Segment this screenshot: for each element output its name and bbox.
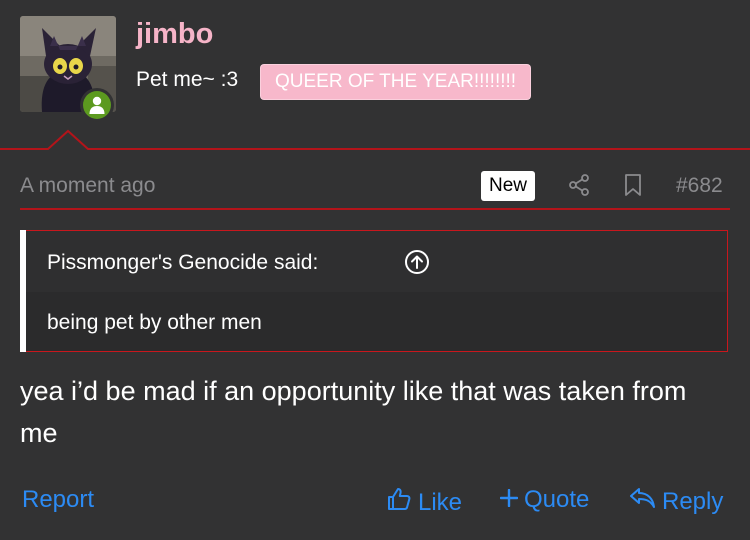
arrow-up-circle-icon[interactable]	[404, 249, 430, 280]
post-header: jimbo Pet me~ :3 QUEER OF THE YEAR!!!!!!…	[0, 0, 750, 150]
post-timestamp[interactable]: A moment ago	[20, 174, 155, 198]
like-label: Like	[418, 488, 463, 516]
quote-header: Pissmonger's Genocide said:	[26, 231, 727, 292]
post-actions: Report Like Quote Reply	[0, 478, 750, 522]
quote-accent-bar	[20, 230, 26, 352]
reply-arrow-icon	[628, 486, 662, 517]
meta-divider	[20, 208, 730, 210]
online-status-badge	[80, 88, 114, 122]
report-button[interactable]: Report	[22, 486, 94, 514]
quote-label: Quote	[524, 486, 590, 513]
header-divider	[0, 129, 750, 150]
new-badge: New	[481, 171, 536, 201]
report-label: Report	[22, 486, 95, 513]
thumbs-up-icon	[386, 486, 418, 519]
post-meta-bar: A moment ago New #682	[0, 160, 750, 212]
user-online-icon	[83, 91, 111, 119]
bookmark-icon[interactable]	[623, 173, 643, 202]
quote-author: Pissmonger's Genocide said:	[47, 251, 319, 274]
user-title: Pet me~ :3	[136, 68, 239, 91]
reply-button[interactable]: Reply	[628, 486, 723, 517]
like-button[interactable]: Like	[386, 486, 462, 519]
share-icon[interactable]	[567, 173, 591, 202]
quote-block: Pissmonger's Genocide said: being pet by…	[20, 230, 728, 352]
quote-button[interactable]: Quote	[499, 486, 590, 514]
quote-text: being pet by other men	[47, 311, 262, 334]
post-body: yea i’d be mad if an opportunity like th…	[20, 376, 687, 448]
user-banner: QUEER OF THE YEAR!!!!!!!!	[261, 65, 531, 99]
post-number[interactable]: #682	[676, 174, 723, 198]
reply-label: Reply	[662, 487, 724, 515]
username[interactable]: jimbo	[136, 18, 213, 51]
plus-icon	[499, 486, 524, 514]
